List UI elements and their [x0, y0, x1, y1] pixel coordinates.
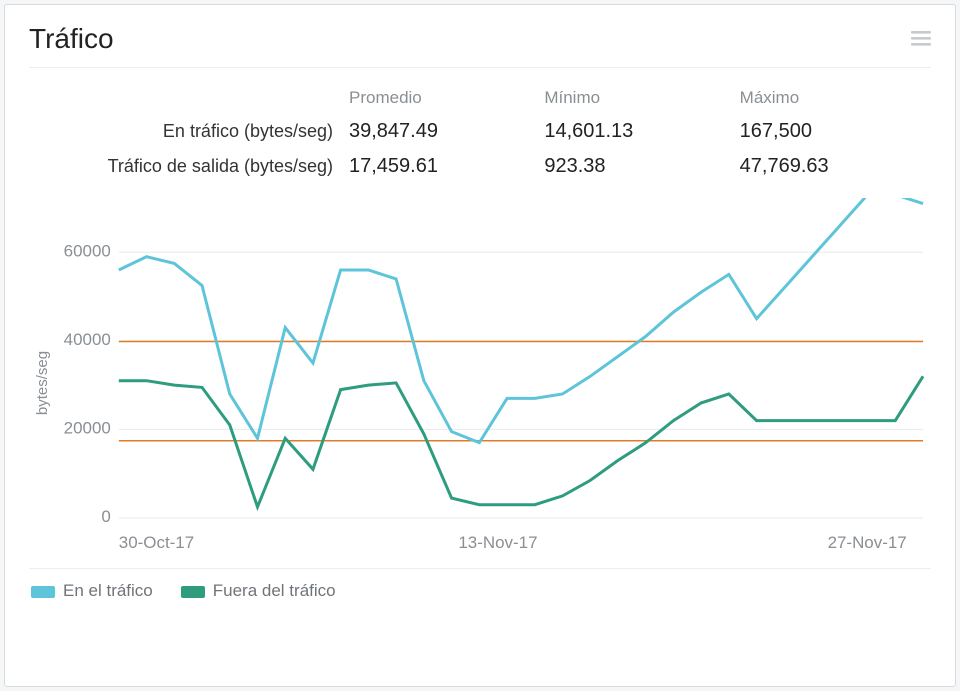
ytick-0: 0	[101, 507, 110, 526]
col-min: Mínimo	[540, 82, 735, 114]
col-max: Máximo	[736, 82, 931, 114]
legend-out-label: Fuera del tráfico	[213, 581, 336, 600]
legend-in-label: En el tráfico	[63, 581, 153, 600]
xtick-a: 30-Oct-17	[119, 533, 194, 552]
ytick-40000: 40000	[64, 330, 111, 349]
out-max: 47,769.63	[736, 149, 931, 184]
series-out-traffic	[119, 376, 923, 507]
card-title: Tráfico	[29, 23, 114, 55]
y-axis: 0 20000 40000 60000	[64, 241, 111, 526]
x-axis: 30-Oct-17 13-Nov-17 27-Nov-17	[119, 533, 907, 552]
row-out-label: Tráfico de salida (bytes/seg)	[29, 149, 345, 184]
ytick-20000: 20000	[64, 418, 111, 437]
stats-table: Promedio Mínimo Máximo En tráfico (bytes…	[29, 82, 931, 184]
col-avg: Promedio	[345, 82, 540, 114]
chart: bytes/seg 0 20000 40000 60000 30-Oct-17	[29, 198, 931, 568]
out-avg: 17,459.61	[345, 149, 540, 184]
legend: En el tráfico Fuera del tráfico	[29, 568, 931, 601]
card-header: Tráfico	[29, 23, 931, 68]
out-min: 923.38	[540, 149, 735, 184]
swatch-out-icon	[181, 586, 205, 598]
traffic-card: Tráfico Promedio Mínimo Máximo En tráfic…	[4, 4, 956, 687]
legend-item-out[interactable]: Fuera del tráfico	[181, 581, 336, 601]
in-min: 14,601.13	[540, 114, 735, 149]
row-in-label: En tráfico (bytes/seg)	[29, 114, 345, 149]
in-max: 167,500	[736, 114, 931, 149]
ytick-60000: 60000	[64, 241, 111, 260]
y-axis-label: bytes/seg	[34, 351, 51, 415]
hamburger-icon	[911, 31, 931, 47]
gridlines	[119, 252, 923, 518]
legend-item-in[interactable]: En el tráfico	[31, 581, 153, 601]
card-menu-button[interactable]	[911, 31, 931, 47]
xtick-c: 27-Nov-17	[828, 533, 907, 552]
swatch-in-icon	[31, 586, 55, 598]
xtick-b: 13-Nov-17	[458, 533, 537, 552]
in-avg: 39,847.49	[345, 114, 540, 149]
series-in-traffic	[119, 198, 923, 443]
